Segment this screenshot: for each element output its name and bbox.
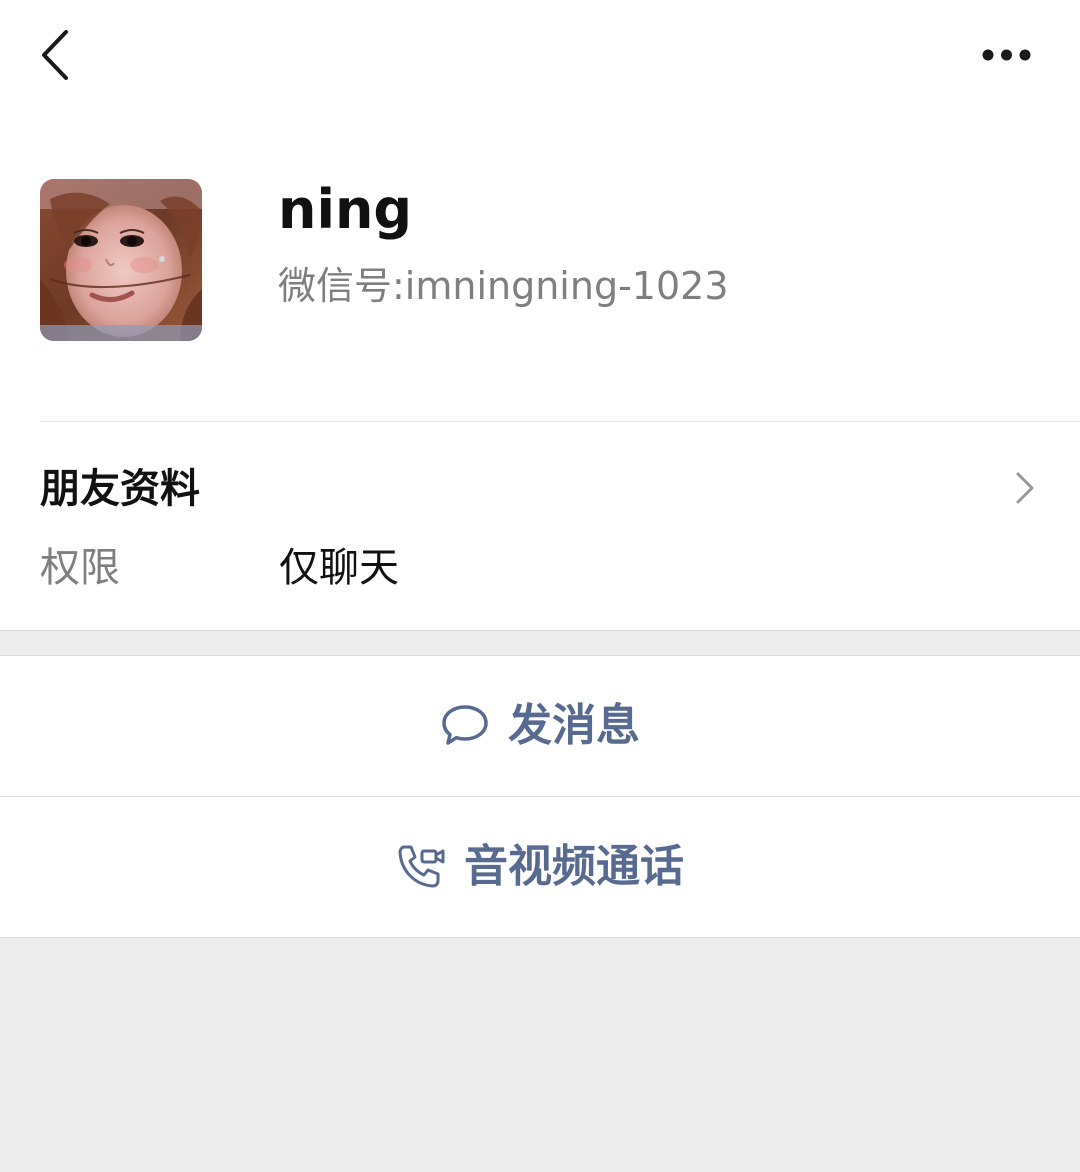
permission-value: 仅聊天 — [279, 545, 399, 591]
wechat-id: 微信号:imningning-1023 — [278, 264, 729, 308]
chat-bubble-icon — [442, 705, 488, 745]
avatar-photo — [40, 179, 202, 341]
send-message-button[interactable]: 发消息 — [0, 655, 1080, 796]
more-button[interactable] — [968, 34, 1048, 76]
permission-label: 权限 — [40, 545, 120, 591]
friend-info-title: 朋友资料 — [40, 466, 200, 512]
phone-video-icon — [398, 845, 445, 888]
video-call-label: 音视频通话 — [464, 841, 684, 892]
chevron-right-icon — [1016, 472, 1034, 504]
profile-card: ning 微信号:imningning-1023 朋友资料 权限 仅聊天 — [0, 0, 1080, 631]
nickname: ning — [278, 178, 413, 241]
divider — [40, 421, 1080, 422]
more-dots-icon — [982, 49, 1031, 61]
friend-info-row[interactable]: 朋友资料 — [0, 440, 1080, 540]
video-call-button[interactable]: 音视频通话 — [0, 796, 1080, 938]
back-button[interactable] — [30, 24, 86, 86]
chevron-left-icon — [42, 30, 68, 80]
send-message-label: 发消息 — [508, 700, 640, 751]
avatar[interactable] — [40, 179, 202, 341]
